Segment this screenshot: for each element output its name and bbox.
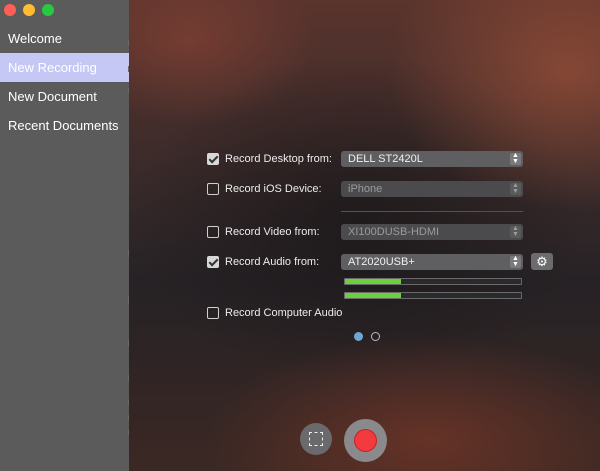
selection-region-icon [309,432,323,446]
zoom-window-button[interactable] [42,4,54,16]
chevron-updown-icon: ▲ ▼ [510,152,521,165]
chevron-updown-icon: ▲ ▼ [510,255,521,268]
audio-level-meter-left [344,278,522,285]
record-desktop-value: DELL ST2420L [348,153,423,165]
record-audio-checkbox[interactable] [207,256,219,268]
audio-level-meter-right [344,292,522,299]
window-controls [4,4,54,16]
audio-level-fill [345,279,402,284]
record-audio-value: AT2020USB+ [348,256,415,268]
sidebar-item-new-document[interactable]: New Document [0,82,129,111]
record-icon [354,429,377,452]
options-divider [341,211,523,212]
record-computer-audio-label: Record Computer Audio [225,307,343,319]
chevron-updown-icon: ▲ ▼ [510,225,521,238]
record-video-label: Record Video from: [225,226,320,238]
record-video-checkbox[interactable] [207,226,219,238]
sidebar-item-welcome[interactable]: Welcome [0,24,129,53]
gear-icon: ⚙ [536,254,548,269]
record-desktop-label: Record Desktop from: [225,153,332,165]
record-ios-label: Record iOS Device: [225,183,322,195]
record-video-select: XI100DUSB-HDMI ▲ ▼ [341,224,523,240]
sidebar-item-new-recording[interactable]: New Recording [0,53,129,82]
page-dot-2[interactable] [371,332,380,341]
record-ios-select: iPhone ▲ ▼ [341,181,523,197]
minimize-window-button[interactable] [23,4,35,16]
record-desktop-select[interactable]: DELL ST2420L ▲ ▼ [341,151,523,167]
page-indicator [354,332,380,341]
record-desktop-checkbox[interactable] [207,153,219,165]
audio-level-fill [345,293,402,298]
record-ios-checkbox[interactable] [207,183,219,195]
record-audio-select[interactable]: AT2020USB+ ▲ ▼ [341,254,523,270]
record-computer-audio-checkbox[interactable] [207,307,219,319]
record-video-value: XI100DUSB-HDMI [348,226,440,238]
sidebar-item-recent-documents[interactable]: Recent Documents [0,111,129,140]
record-ios-value: iPhone [348,183,383,195]
chevron-updown-icon: ▲ ▼ [510,182,521,195]
record-audio-label: Record Audio from: [225,256,320,268]
page-dot-1[interactable] [354,332,363,341]
select-region-button[interactable] [300,423,332,455]
record-ios-row: Record iOS Device: [207,183,322,195]
record-video-row: Record Video from: [207,226,320,238]
record-computer-audio-row: Record Computer Audio [207,307,342,319]
sidebar-nav: Welcome New Recording New Document Recen… [0,24,129,140]
record-button[interactable] [344,419,387,462]
sidebar: Welcome New Recording New Document Recen… [0,0,129,471]
record-desktop-row: Record Desktop from: [207,153,332,165]
audio-settings-button[interactable]: ⚙ [531,253,553,270]
close-window-button[interactable] [4,4,16,16]
record-audio-row: Record Audio from: [207,256,319,268]
